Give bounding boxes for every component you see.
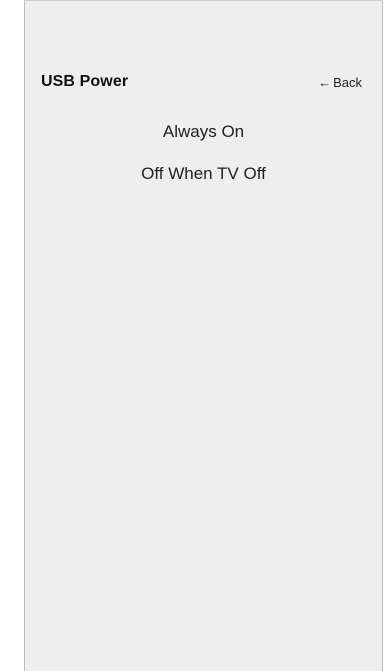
option-always-on[interactable]: Always On [25, 119, 382, 145]
panel-header: USB Power ← Back [41, 71, 362, 93]
options-list: Always On Off When TV Off [25, 119, 382, 203]
back-arrow-icon: ← [318, 74, 332, 90]
page-title: USB Power [41, 73, 129, 90]
back-label: Back [333, 74, 362, 90]
settings-panel: USB Power ← Back Always On Off When TV O… [24, 0, 383, 671]
option-off-when-tv-off[interactable]: Off When TV Off [25, 161, 382, 187]
back-button[interactable]: ← Back [318, 75, 362, 90]
